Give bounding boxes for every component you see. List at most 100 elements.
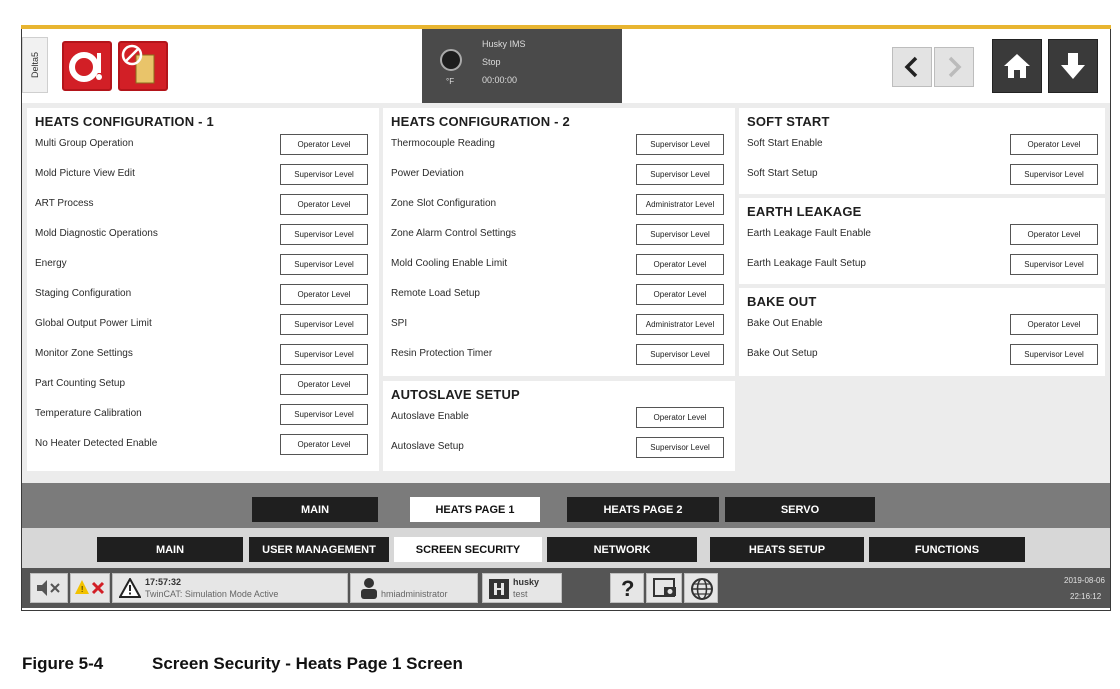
screen-security-content: HEATS CONFIGURATION - 1 Multi Group Oper… (22, 103, 1110, 483)
access-level-select[interactable]: Supervisor Level (280, 404, 368, 425)
access-level-select[interactable]: Operator Level (280, 284, 368, 305)
permission-label: Temperature Calibration (35, 408, 142, 419)
subtab-heats-page-1[interactable]: HEATS PAGE 1 (410, 497, 540, 522)
svg-text:!: ! (81, 585, 83, 594)
machine-model-tab[interactable]: Delta5 (22, 37, 48, 93)
permission-row: No Heater Detected Enable Operator Level (27, 430, 379, 460)
access-level-select[interactable]: Supervisor Level (280, 224, 368, 245)
permission-label: Thermocouple Reading (391, 138, 495, 149)
tab-main[interactable]: MAIN (97, 537, 243, 562)
access-level-select[interactable]: Supervisor Level (636, 344, 724, 365)
permission-label: SPI (391, 318, 408, 329)
back-button[interactable] (892, 47, 932, 87)
permission-row: Mold Diagnostic Operations Supervisor Lev… (27, 220, 379, 250)
bottom-status-bar: ! 17:57:32 TwinCAT: Simulation Mode Acti… (22, 568, 1110, 608)
access-level-select[interactable]: Operator Level (280, 374, 368, 395)
access-level-select[interactable]: Administrator Level (636, 314, 724, 335)
permission-label: Part Counting Setup (35, 378, 126, 389)
permission-row: Autoslave Setup Supervisor Level (383, 433, 735, 463)
temperature-alarm-icon (69, 52, 102, 82)
figure-number: Figure 5-4 (22, 654, 104, 673)
permission-row: Remote Load Setup Operator Level (383, 280, 735, 310)
access-level-select[interactable]: Supervisor Level (636, 437, 724, 458)
access-level-select[interactable]: Operator Level (1010, 134, 1098, 155)
screenshot-button[interactable] (646, 573, 682, 603)
permission-row: Mold Cooling Enable Limit Operator Level (383, 250, 735, 280)
permission-row: Staging Configuration Operator Level (27, 280, 379, 310)
help-button[interactable]: ? (610, 573, 644, 603)
access-level-select[interactable]: Supervisor Level (280, 254, 368, 275)
tab-screen-security[interactable]: SCREEN SECURITY (394, 537, 542, 562)
language-button[interactable] (684, 573, 718, 603)
access-level-select[interactable]: Supervisor Level (636, 134, 724, 155)
permission-row: Monitor Zone Settings Supervisor Level (27, 340, 379, 370)
subtab-servo[interactable]: SERVO (725, 497, 875, 522)
alarm-message: TwinCAT: Simulation Mode Active (145, 589, 279, 599)
user-button[interactable]: hmiadministrator (350, 573, 478, 603)
access-level-select[interactable]: Supervisor Level (1010, 254, 1098, 275)
access-level-select[interactable]: Operator Level (280, 434, 368, 455)
access-level-select[interactable]: Supervisor Level (280, 164, 368, 185)
access-level-select[interactable]: Operator Level (280, 194, 368, 215)
tab-network[interactable]: NETWORK (547, 537, 697, 562)
access-level-select[interactable]: Operator Level (636, 254, 724, 275)
permission-row: Power Deviation Supervisor Level (383, 160, 735, 190)
disabled-controller-icon (121, 44, 155, 84)
permission-label: Soft Start Setup (747, 168, 818, 179)
access-level-select[interactable]: Operator Level (1010, 224, 1098, 245)
permission-row: Bake Out Enable Operator Level (739, 310, 1105, 340)
home-icon (1004, 54, 1030, 78)
husky-logo-icon (489, 579, 509, 599)
user-icon (361, 578, 377, 599)
access-level-select[interactable]: Supervisor Level (280, 314, 368, 335)
status-date: 2019-08-06 (1064, 576, 1105, 585)
access-level-select[interactable]: Supervisor Level (280, 344, 368, 365)
arrow-down-icon (1061, 53, 1085, 79)
mold-subtitle: test (513, 589, 528, 599)
soft-start-card: SOFT START Soft Start Enable Operator Lev… (739, 108, 1105, 194)
machine-status-panel[interactable]: °F Husky IMS Stop 00:00:00 (422, 29, 622, 103)
access-level-select[interactable]: Supervisor Level (1010, 164, 1098, 185)
tab-heats-setup[interactable]: HEATS SETUP (710, 537, 864, 562)
permission-row: Resin Protection Timer Supervisor Level (383, 340, 735, 370)
alarm-time: 17:57:32 (145, 577, 182, 587)
temperature-alarm-button[interactable] (62, 41, 112, 91)
tab-user-management[interactable]: USER MANAGEMENT (249, 537, 389, 562)
permission-row: Soft Start Setup Supervisor Level (739, 160, 1105, 190)
heats-subtab-bar: MAIN HEATS PAGE 1 HEATS PAGE 2 SERVO (22, 483, 1110, 528)
card-title: EARTH LEAKAGE (747, 204, 862, 219)
tab-functions[interactable]: FUNCTIONS (869, 537, 1025, 562)
permission-label: Mold Picture View Edit (35, 168, 135, 179)
access-level-select[interactable]: Supervisor Level (1010, 344, 1098, 365)
permission-row: Zone Alarm Control Settings Supervisor Le… (383, 220, 735, 250)
scroll-down-button[interactable] (1048, 39, 1098, 93)
active-alarm-button[interactable]: 17:57:32 TwinCAT: Simulation Mode Active (112, 573, 348, 603)
status-indicator-icon (440, 49, 462, 71)
permission-label: Global Output Power Limit (35, 318, 152, 329)
access-level-select[interactable]: Operator Level (280, 134, 368, 155)
current-user: hmiadministrator (381, 589, 448, 599)
card-title: HEATS CONFIGURATION - 1 (35, 114, 214, 129)
speaker-muted-icon (37, 580, 60, 596)
access-level-select[interactable]: Operator Level (1010, 314, 1098, 335)
home-button[interactable] (992, 39, 1042, 93)
permission-label: Mold Cooling Enable Limit (391, 258, 508, 269)
alarm-reset-button[interactable]: ! (70, 573, 110, 603)
permission-row: Thermocouple Reading Supervisor Level (383, 130, 735, 160)
permission-label: ART Process (35, 198, 94, 209)
permission-label: Autoslave Setup (391, 441, 464, 452)
access-level-select[interactable]: Operator Level (636, 284, 724, 305)
access-level-select[interactable]: Operator Level (636, 407, 724, 428)
earth-leakage-card: EARTH LEAKAGE Earth Leakage Fault Enable… (739, 198, 1105, 284)
mold-button[interactable]: husky test (482, 573, 562, 603)
status-title: Husky IMS (482, 39, 526, 49)
forward-button[interactable] (934, 47, 974, 87)
mute-button[interactable] (30, 573, 68, 603)
subtab-heats-page-2[interactable]: HEATS PAGE 2 (567, 497, 719, 522)
disable-controller-button[interactable] (118, 41, 168, 91)
access-level-select[interactable]: Supervisor Level (636, 224, 724, 245)
access-level-select[interactable]: Supervisor Level (636, 164, 724, 185)
subtab-main[interactable]: MAIN (252, 497, 378, 522)
autoslave-setup-card: AUTOSLAVE SETUP Autoslave Enable Operator… (383, 381, 735, 471)
access-level-select[interactable]: Administrator Level (636, 194, 724, 215)
